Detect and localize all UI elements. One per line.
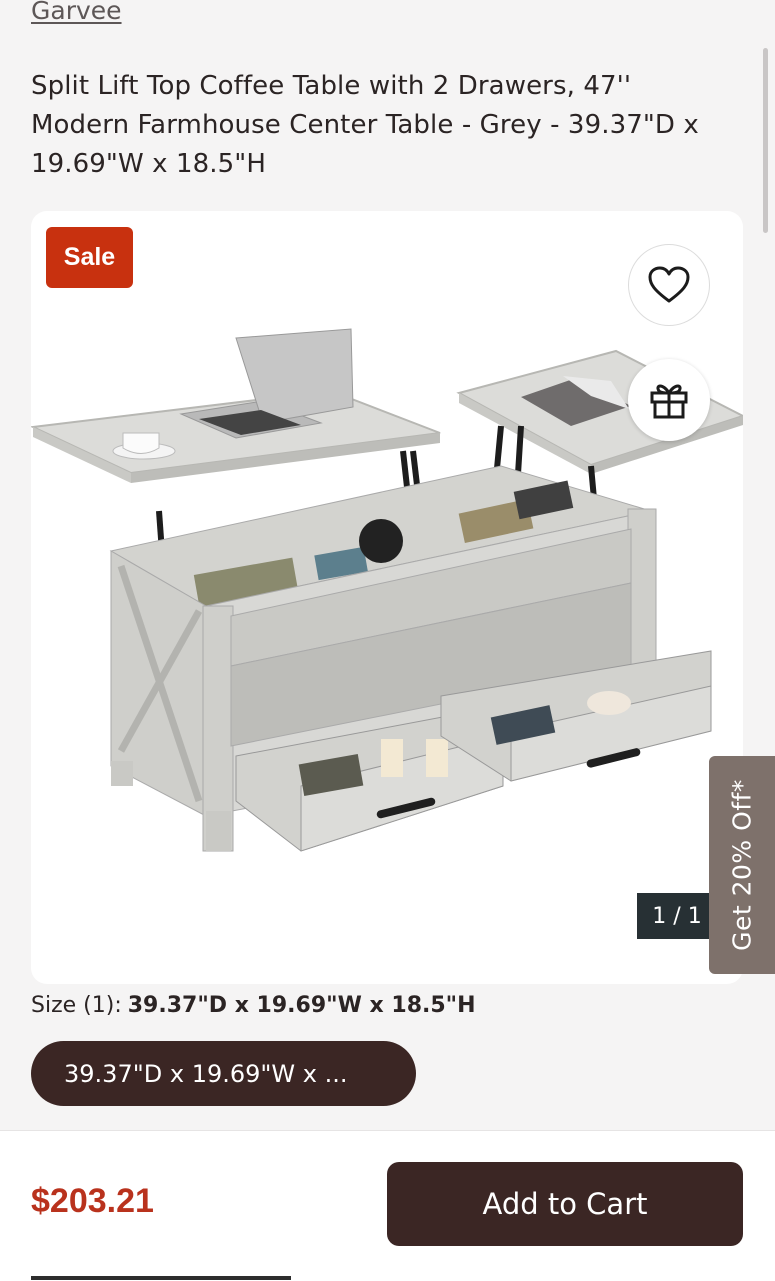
product-image-gallery[interactable]: Sale 1 / 1 [31,211,743,984]
size-selection-row: Size (1): 39.37"D x 19.69"W x 18.5"H [31,993,476,1018]
page-scrollbar[interactable] [763,48,768,233]
wishlist-button[interactable] [628,244,710,326]
product-title: Split Lift Top Coffee Table with 2 Drawe… [31,71,699,179]
brand-link[interactable]: Garvee [31,0,122,25]
gift-button[interactable] [628,359,710,441]
discount-promo-tab[interactable]: Get 20% Off* [709,756,775,974]
purchase-bar: $203.21 Add to Cart [0,1130,775,1281]
thumbnail-strip-edge [31,1276,291,1280]
size-label: Size (1): [31,993,122,1018]
size-option-pill[interactable]: 39.37"D x 19.69"W x ... [31,1041,416,1106]
size-selected-value: 39.37"D x 19.69"W x 18.5"H [127,993,476,1018]
image-counter: 1 / 1 [637,893,717,939]
product-image [31,328,743,852]
heart-icon [648,266,690,303]
product-price: $203.21 [31,1182,154,1220]
sale-badge: Sale [46,227,133,288]
promo-tab-label: Get 20% Off* [727,779,757,951]
gift-icon [650,384,688,419]
add-to-cart-button[interactable]: Add to Cart [387,1162,743,1246]
